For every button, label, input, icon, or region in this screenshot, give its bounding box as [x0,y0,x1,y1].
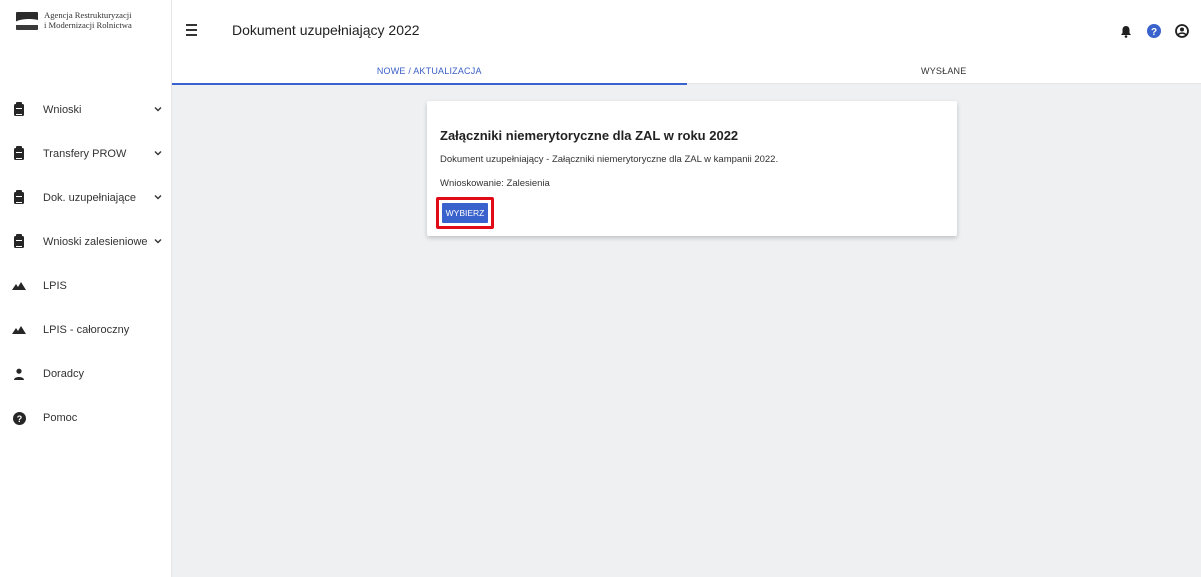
sidebar-item-transfery-prow[interactable]: Transfery PROW [0,132,171,176]
sidebar-item-pomoc[interactable]: ? Pomoc [0,396,171,440]
sidebar-item-label: LPIS [43,280,67,292]
highlight-frame: WYBIERZ [436,197,494,229]
chevron-down-icon [154,239,162,244]
sidebar-item-label: Doradcy [43,368,84,380]
help-icon: ? [12,411,26,425]
card-description: Dokument uzupełniający - Załączniki niem… [440,154,779,165]
clipboard-icon [12,146,26,161]
chevron-down-icon [154,107,162,112]
mountain-icon [12,279,26,293]
arimr-logo[interactable]: Agencja Restrukturyzacji i Modernizacji … [0,0,171,62]
sidebar: Agencja Restrukturyzacji i Modernizacji … [0,0,172,577]
sidebar-item-label: LPIS - całoroczny [43,324,130,336]
sidebar-item-wnioski-zalesieniowe[interactable]: Wnioski zalesieniowe [0,220,171,264]
chevron-down-icon [154,151,162,156]
help-icon[interactable]: ? [1147,24,1161,38]
account-icon[interactable] [1175,24,1189,38]
logo-line-1: Agencja Restrukturyzacji [44,10,132,20]
card-title: Załączniki niemerytoryczne dla ZAL w rok… [440,128,739,143]
clipboard-icon [12,190,26,205]
top-bar: Dokument uzupełniający 2022 ? NOWE / AKT… [172,0,1201,85]
card-kind: Wnioskowanie: Zalesienia [440,178,550,189]
sidebar-item-lpis[interactable]: LPIS [0,264,171,308]
svg-text:?: ? [1151,27,1157,38]
sidebar-item-wnioski[interactable]: Wnioski [0,88,171,132]
document-card: Załączniki niemerytoryczne dla ZAL w rok… [427,101,957,236]
sidebar-item-lpis-caloroczny[interactable]: LPIS - całoroczny [0,308,171,352]
select-button[interactable]: WYBIERZ [442,203,488,223]
menu-icon[interactable] [186,22,202,38]
clipboard-icon [12,234,26,249]
sidebar-item-label: Transfery PROW [43,148,127,160]
chevron-down-icon [154,195,162,200]
logo-line-2: i Modernizacji Rolnictwa [44,20,132,30]
sidebar-item-label: Wnioski [43,104,82,116]
sidebar-item-label: Wnioski zalesieniowe [43,236,148,248]
top-actions: ? [1119,24,1189,38]
logo-text: Agencja Restrukturyzacji i Modernizacji … [44,10,132,30]
mountain-icon [12,323,26,337]
sidebar-item-label: Pomoc [43,412,78,424]
tab-nowe-aktualizacja[interactable]: NOWE / AKTUALIZACJA [172,58,687,85]
bell-icon[interactable] [1119,24,1133,38]
person-icon [12,367,26,381]
sidebar-item-dok-uzupelniajace[interactable]: Dok. uzupełniające [0,176,171,220]
svg-text:?: ? [16,414,22,424]
tab-bar: NOWE / AKTUALIZACJA WYSŁANE [172,58,1201,85]
sidebar-item-doradcy[interactable]: Doradcy [0,352,171,396]
page-title: Dokument uzupełniający 2022 [232,22,420,38]
sidebar-item-label: Dok. uzupełniające [43,192,136,204]
tab-wyslane[interactable]: WYSŁANE [687,58,1201,84]
clipboard-icon [12,102,26,117]
sidebar-nav: Wnioski Transfery PROW Dok. uzupełniając… [0,88,171,440]
arimr-logo-mark [16,12,38,30]
